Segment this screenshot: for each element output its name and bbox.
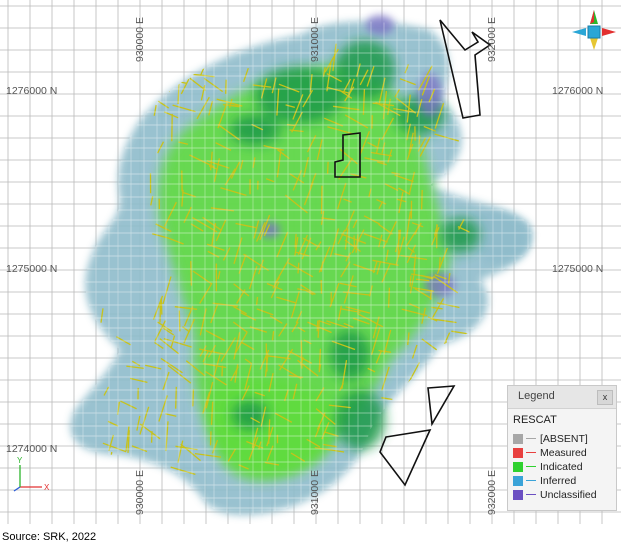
easting-label-930000-bottom: 930000 E (134, 470, 146, 515)
legend-swatch (513, 433, 523, 444)
drillhole-trace (209, 431, 212, 446)
drillhole-trace (420, 370, 429, 377)
drillhole-trace (389, 408, 406, 422)
northing-label-1276000-right: 1276000 N (552, 85, 603, 97)
legend-item-label: Inferred (540, 474, 577, 487)
legend-item: Indicated (513, 460, 583, 473)
legend-swatch (513, 475, 523, 486)
drillhole-trace (192, 389, 195, 407)
northing-label-1275000-left: 1275000 N (6, 263, 57, 275)
legend-line-sample (526, 466, 536, 467)
legend-swatch (513, 447, 523, 458)
legend-swatch (513, 461, 523, 472)
legend-titlebar[interactable]: Legend x (508, 386, 616, 409)
view-orientation-gizmo-icon[interactable] (572, 10, 616, 50)
northing-label-1275000-right: 1275000 N (552, 263, 603, 275)
legend-item: Measured (513, 446, 587, 459)
axis-y-label: Y (17, 456, 23, 465)
drillhole-trace (437, 394, 440, 412)
easting-label-932000-bottom: 932000 E (486, 470, 498, 515)
drillhole-trace (159, 304, 162, 323)
drillhole-trace (452, 373, 456, 384)
drillhole-trace (420, 189, 423, 210)
drillhole-trace (403, 381, 415, 409)
legend-line-sample (526, 452, 536, 453)
drillhole-trace (326, 161, 329, 174)
drillhole-trace (399, 229, 402, 240)
legend-line-sample (526, 494, 536, 495)
drillhole-trace (387, 287, 391, 308)
drillhole-trace (456, 361, 463, 386)
northing-label-1274000-left: 1274000 N (6, 443, 57, 455)
legend-item-label: Unclassified (540, 488, 597, 501)
outline-southeast-large (379, 428, 432, 487)
drillhole-trace (297, 262, 300, 274)
drillhole-trace (456, 373, 467, 381)
drillhole-trace (422, 366, 451, 381)
legend-item: [ABSENT] (513, 432, 588, 445)
legend-field-name: RESCAT (513, 414, 557, 426)
legend-item-label: Indicated (540, 460, 583, 473)
drillhole-trace (165, 69, 168, 88)
easting-label-932000-top: 932000 E (486, 17, 498, 62)
outline-southeast-small (427, 385, 456, 427)
legend-line-sample (526, 480, 536, 481)
drillhole-trace (255, 296, 259, 305)
easting-label-931000-bottom: 931000 E (309, 470, 321, 515)
northing-label-1276000-left: 1276000 N (6, 85, 57, 97)
legend-swatch (513, 489, 523, 500)
legend-close-button[interactable]: x (597, 390, 613, 405)
drillhole-trace (316, 320, 319, 332)
legend-panel[interactable]: Legend x RESCAT [ABSENT] Measured Indicate… (507, 385, 617, 511)
legend-item-label: Measured (540, 446, 587, 459)
easting-label-931000-top: 931000 E (309, 17, 321, 62)
drillhole-trace (225, 79, 227, 94)
map-viewport[interactable]: 930000 E 931000 E 932000 E 930000 E 9310… (0, 0, 621, 524)
drillhole-trace (438, 257, 441, 269)
easting-label-930000-top: 930000 E (134, 17, 146, 62)
legend-title: Legend (518, 390, 555, 402)
legend-item-label: [ABSENT] (540, 432, 588, 445)
drillhole-trace (436, 373, 445, 394)
source-caption: Source: SRK, 2022 (2, 531, 97, 543)
xyz-axis-triad-icon: X Y (13, 456, 50, 492)
legend-item: Inferred (513, 474, 576, 487)
legend-item: Unclassified (513, 488, 597, 501)
legend-line-sample (526, 438, 536, 439)
axis-x-label: X (44, 483, 50, 492)
